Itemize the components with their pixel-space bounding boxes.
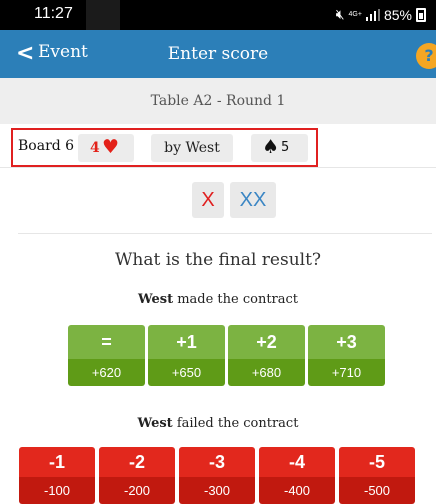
made-text: made the contract [173, 292, 299, 307]
failed-text: failed the contract [172, 416, 299, 431]
result-score: +620 [68, 359, 145, 386]
failed-player: West [137, 416, 173, 431]
result-score: -400 [259, 477, 335, 504]
result-score: +710 [308, 359, 385, 386]
battery-icon [416, 7, 426, 22]
result-down1-button[interactable]: -1 -100 [19, 447, 95, 504]
status-indicators: 🔇︎ 4G+ 85% [336, 6, 426, 23]
app-bar: < Event Enter score ? [0, 30, 436, 78]
result-made-plus3-button[interactable]: +3 +710 [308, 325, 385, 386]
double-button[interactable]: X [192, 182, 224, 218]
contract-summary: Board 6 4 ♥ by West ♠ 5 [11, 128, 318, 167]
result-made-plus1-button[interactable]: +1 +650 [148, 325, 225, 386]
status-bar: 11:27 🔇︎ 4G+ 85% [0, 0, 436, 30]
redouble-button[interactable]: XX [230, 182, 276, 218]
contract-level: 4 [90, 140, 100, 156]
declarer-chip[interactable]: by West [151, 134, 233, 162]
failed-heading: West failed the contract [0, 416, 436, 431]
result-score: -100 [19, 477, 95, 504]
status-time: 11:27 [34, 5, 73, 22]
made-player: West [137, 292, 174, 307]
spade-icon: ♠ [262, 136, 280, 158]
made-heading: West made the contract [0, 292, 436, 307]
result-label: -2 [99, 447, 175, 477]
result-label: +2 [228, 325, 305, 359]
table-round-header: Table A2 - Round 1 [0, 78, 436, 124]
section-divider [18, 233, 432, 234]
result-down5-button[interactable]: -5 -500 [339, 447, 415, 504]
result-question: What is the final result? [114, 250, 322, 270]
opening-lead-chip[interactable]: ♠ 5 [251, 134, 308, 162]
result-label: +1 [148, 325, 225, 359]
result-down2-button[interactable]: -2 -200 [99, 447, 175, 504]
result-label: -4 [259, 447, 335, 477]
board-number: Board 6 [18, 138, 75, 154]
signal-icon [365, 8, 380, 21]
battery-percent: 85% [383, 6, 412, 23]
network-type: 4G+ [348, 11, 362, 18]
result-score: -500 [339, 477, 415, 504]
result-score: -200 [99, 477, 175, 504]
result-made-plus2-button[interactable]: +2 +680 [228, 325, 305, 386]
summary-divider [0, 167, 436, 168]
result-label: = [68, 325, 145, 359]
result-score: +650 [148, 359, 225, 386]
result-down6-button-partial[interactable] [419, 447, 436, 504]
result-score: +680 [228, 359, 305, 386]
camera-notch [86, 0, 120, 30]
contract-chip[interactable]: 4 ♥ [78, 134, 134, 162]
lead-card-rank: 5 [281, 140, 290, 155]
result-made-exact-button[interactable]: = +620 [68, 325, 145, 386]
mute-icon: 🔇︎ [335, 6, 345, 22]
result-label: -3 [179, 447, 255, 477]
result-label: -1 [19, 447, 95, 477]
result-down4-button[interactable]: -4 -400 [259, 447, 335, 504]
result-score: -300 [179, 477, 255, 504]
result-down3-button[interactable]: -3 -300 [179, 447, 255, 504]
page-title: Enter score [167, 44, 269, 64]
heart-icon: ♥ [102, 136, 120, 158]
help-icon[interactable]: ? [416, 43, 436, 69]
result-label: -5 [339, 447, 415, 477]
result-label: +3 [308, 325, 385, 359]
